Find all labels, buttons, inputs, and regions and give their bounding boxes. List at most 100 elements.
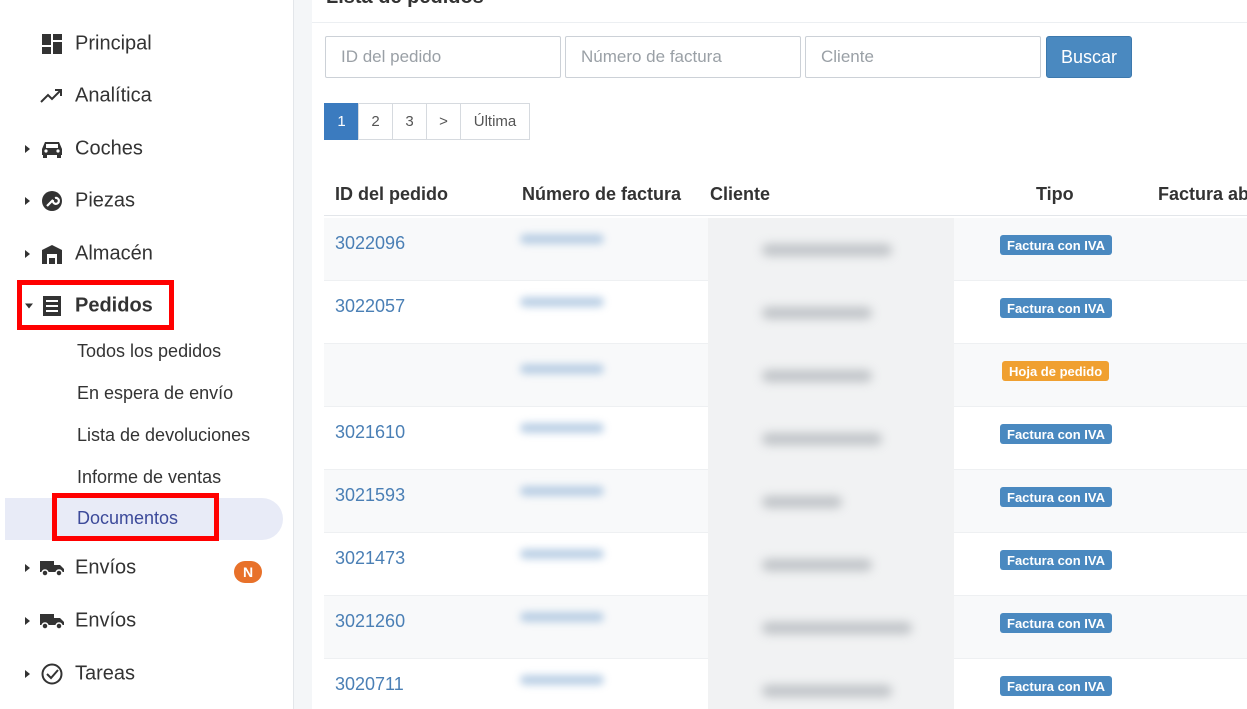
table-row[interactable]: 3021593 Factura con IVA — [324, 470, 1247, 533]
caret-right-icon — [25, 670, 30, 678]
trending-up-icon — [40, 84, 64, 108]
client-name-redacted — [762, 307, 872, 319]
subitem-todos-los-pedidos[interactable]: Todos los pedidos — [77, 341, 221, 362]
type-badge-iva: Factura con IVA — [1000, 298, 1113, 318]
invoice-number-redacted — [520, 234, 604, 244]
column-header-type[interactable]: Tipo — [1036, 184, 1074, 205]
invoice-number-redacted — [520, 297, 604, 307]
sidebar-item-label: Coches — [75, 137, 143, 160]
table-row[interactable]: 3022057 Factura con IVA — [324, 281, 1247, 344]
main-content: Lista de pedidos Buscar 1 2 3 > Última I… — [294, 0, 1247, 709]
caret-right-icon — [25, 145, 30, 153]
table-row[interactable]: Hoja de pedido — [324, 344, 1247, 407]
client-name-redacted — [762, 622, 912, 634]
order-id-link[interactable]: 3021473 — [335, 548, 405, 569]
sidebar-item-label: Almacén — [75, 242, 153, 265]
sidebar-item-label: Pedidos — [75, 294, 153, 317]
caret-down-icon — [25, 303, 33, 309]
client-input[interactable] — [805, 36, 1041, 78]
sidebar-item-label: Envíos — [75, 609, 137, 632]
column-header-client[interactable]: Cliente — [710, 184, 770, 205]
sidebar-item-pedidos[interactable]: Pedidos — [0, 284, 292, 328]
sidebar-item-piezas[interactable]: Piezas — [0, 179, 292, 223]
title-divider — [312, 22, 1247, 23]
type-badge-iva: Factura con IVA — [1000, 235, 1113, 255]
app-window: Principal Analítica Coches Piezas Almacé… — [0, 0, 1247, 709]
order-id-link[interactable]: 3021260 — [335, 611, 405, 632]
table-row[interactable]: 3022096 Factura con IVA — [324, 218, 1247, 281]
client-name-redacted — [762, 370, 872, 382]
subitem-documentos[interactable]: Documentos — [77, 508, 178, 529]
invoice-number-redacted — [520, 675, 604, 685]
invoice-number-redacted — [520, 364, 604, 374]
table-row[interactable]: 3020711 Factura con IVA — [324, 659, 1247, 709]
order-id-link[interactable]: 3021610 — [335, 422, 405, 443]
client-name-redacted — [762, 433, 882, 445]
truck-icon — [40, 609, 64, 633]
caret-right-icon — [25, 197, 30, 205]
receipt-icon — [40, 294, 64, 318]
client-name-redacted — [762, 685, 892, 697]
sidebar-item-coches[interactable]: Coches — [0, 127, 292, 171]
sidebar-item-label: Analítica — [75, 84, 152, 107]
sidebar: Principal Analítica Coches Piezas Almacé… — [0, 0, 294, 709]
sidebar-item-label: Tareas — [75, 662, 136, 685]
type-badge-iva: Factura con IVA — [1000, 487, 1113, 507]
truck-icon — [40, 556, 64, 580]
type-badge-iva: Factura con IVA — [1000, 424, 1113, 444]
page-title: Lista de pedidos — [326, 0, 484, 9]
invoice-number-redacted — [520, 612, 604, 622]
sidebar-item-label: Envíos — [75, 556, 137, 579]
sidebar-item-analitica[interactable]: Analítica — [0, 74, 292, 118]
type-badge-iva: Factura con IVA — [1000, 550, 1113, 570]
order-id-link[interactable]: 3022057 — [335, 296, 405, 317]
sidebar-item-label: Principal — [75, 32, 152, 55]
invoice-number-redacted — [520, 486, 604, 496]
caret-right-icon — [25, 250, 30, 258]
wrench-icon — [40, 189, 64, 213]
subitem-informe-de-ventas[interactable]: Informe de ventas — [77, 467, 221, 488]
sidebar-item-envios-2[interactable]: Envíos — [0, 599, 292, 643]
table-row[interactable]: 3021610 Factura con IVA — [324, 407, 1247, 470]
column-header-credit-invoice[interactable]: Factura abo — [1158, 184, 1247, 205]
sidebar-item-tareas[interactable]: Tareas — [0, 652, 292, 696]
order-id-link[interactable]: 3022096 — [335, 233, 405, 254]
order-id-input[interactable] — [325, 36, 561, 78]
notification-badge: N — [234, 561, 262, 583]
column-header-invoice-number[interactable]: Número de factura — [522, 184, 681, 205]
last-page-button[interactable]: Última — [460, 103, 530, 140]
invoice-number-input[interactable] — [565, 36, 801, 78]
type-badge-iva: Factura con IVA — [1000, 613, 1113, 633]
table-row[interactable]: 3021473 Factura con IVA — [324, 533, 1247, 596]
orders-panel: Lista de pedidos Buscar 1 2 3 > Última I… — [312, 0, 1247, 709]
table-header: ID del pedido Número de factura Cliente … — [324, 172, 1247, 216]
dashboard-icon — [40, 32, 64, 56]
invoice-number-redacted — [520, 549, 604, 559]
page-2-button[interactable]: 2 — [358, 103, 393, 140]
next-page-button[interactable]: > — [426, 103, 461, 140]
subitem-en-espera-de-envio[interactable]: En espera de envío — [77, 383, 233, 404]
column-header-order-id[interactable]: ID del pedido — [335, 184, 448, 205]
client-name-redacted — [762, 559, 872, 571]
search-button[interactable]: Buscar — [1046, 36, 1132, 78]
caret-right-icon — [25, 564, 30, 572]
type-badge-order-sheet: Hoja de pedido — [1002, 361, 1110, 381]
page-3-button[interactable]: 3 — [392, 103, 427, 140]
sidebar-item-almacen[interactable]: Almacén — [0, 232, 292, 276]
warehouse-icon — [40, 242, 64, 266]
client-name-redacted — [762, 244, 892, 256]
page-1-button[interactable]: 1 — [324, 103, 359, 140]
subitem-lista-de-devoluciones[interactable]: Lista de devoluciones — [77, 425, 250, 446]
check-circle-icon — [40, 662, 64, 686]
car-icon — [40, 137, 64, 161]
invoice-number-redacted — [520, 423, 604, 433]
type-badge-iva: Factura con IVA — [1000, 676, 1113, 696]
order-id-link[interactable]: 3021593 — [335, 485, 405, 506]
client-cell — [708, 659, 954, 709]
pagination: 1 2 3 > Última — [324, 103, 530, 140]
sidebar-item-principal[interactable]: Principal — [0, 22, 292, 66]
table-row[interactable]: 3021260 Factura con IVA — [324, 596, 1247, 659]
sidebar-item-label: Piezas — [75, 189, 136, 212]
client-name-redacted — [762, 496, 842, 508]
order-id-link[interactable]: 3020711 — [335, 674, 404, 695]
